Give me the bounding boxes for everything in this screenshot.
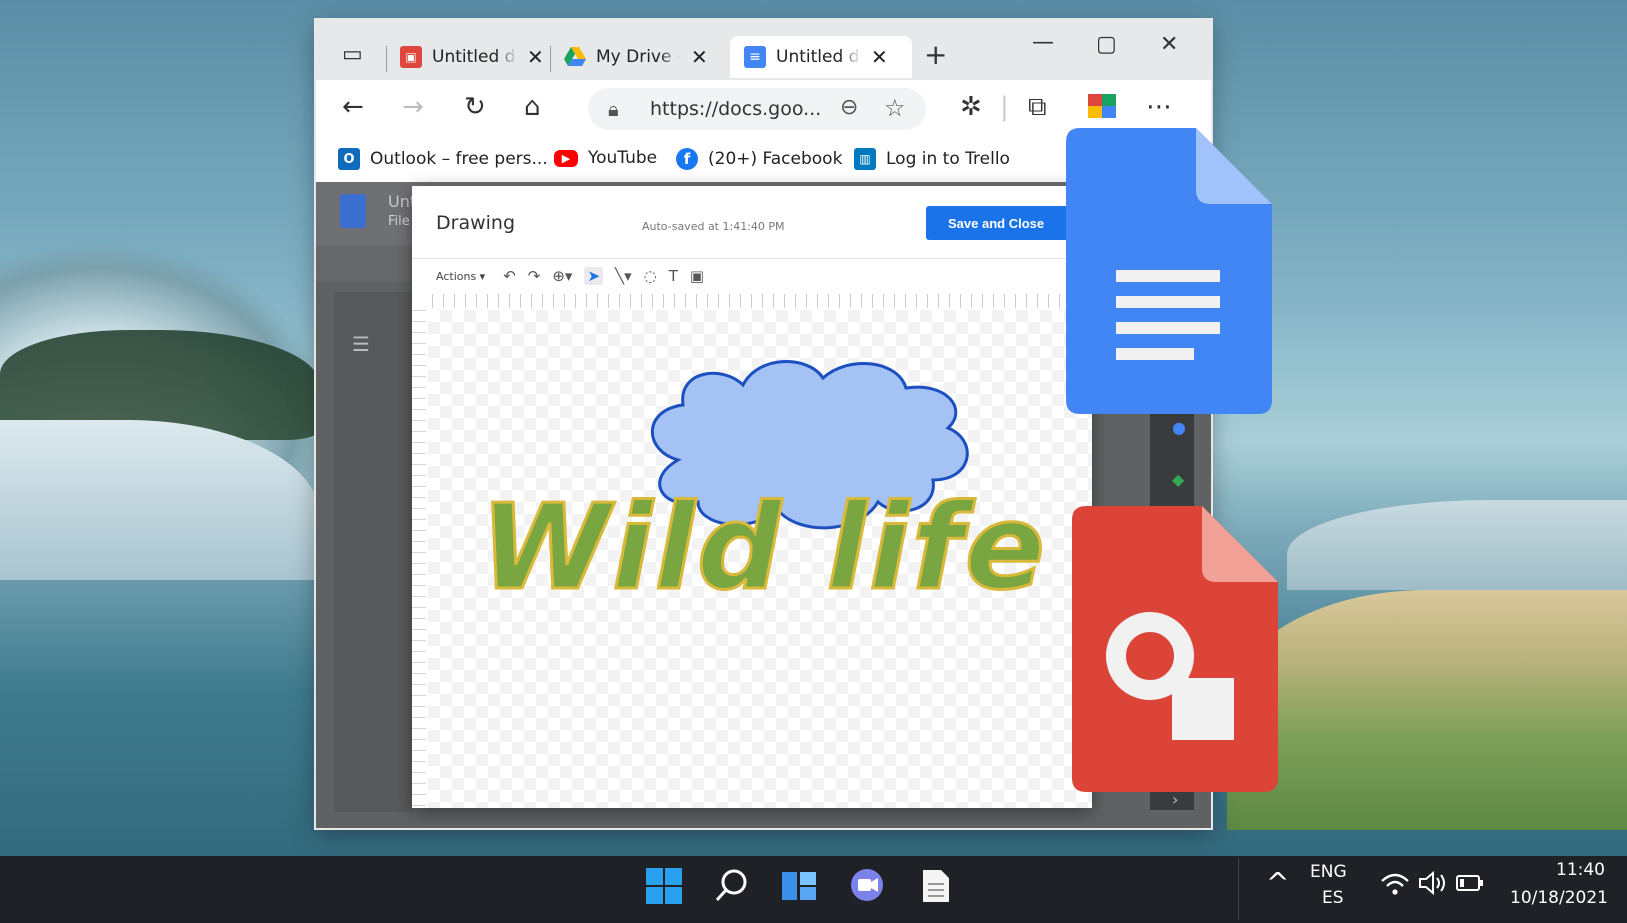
horizontal-ruler	[432, 294, 1092, 308]
drawing-dialog: Drawing Auto-saved at 1:41:40 PM Save an…	[412, 186, 1092, 808]
tab-label: Untitled document	[776, 47, 861, 67]
youtube-icon: ▶	[554, 149, 578, 167]
notepad-icon[interactable]	[914, 864, 958, 908]
google-docs-icon: ≡	[744, 46, 766, 68]
bookmark-outlook[interactable]: O Outlook – free pers...	[338, 148, 548, 170]
docs-logo-icon	[340, 194, 366, 228]
bookmark-youtube[interactable]: ▶ YouTube	[554, 148, 657, 168]
trello-icon: ▥	[854, 148, 876, 170]
close-tab-icon[interactable]: ✕	[871, 45, 888, 69]
wild-life-text[interactable]: Wild life	[479, 477, 1047, 618]
tab-label: My Drive - Google Drive	[596, 47, 681, 67]
tab-untitled-drawing[interactable]: ▣ Untitled drawing ✕	[400, 36, 544, 78]
docs-outline-panel	[334, 292, 414, 812]
keyboard-layout-indicator[interactable]: ES	[1322, 888, 1344, 908]
text-box-icon[interactable]: T	[669, 267, 678, 285]
expand-panel-icon[interactable]: ›	[1172, 790, 1178, 809]
wallpaper-hill-right	[1287, 500, 1627, 590]
shape-tool-icon[interactable]: ◌	[644, 267, 657, 285]
tab-separator	[386, 46, 387, 72]
toolbar-separator: |	[1000, 92, 1009, 122]
taskbar-separator	[1238, 858, 1239, 920]
lock-icon[interactable]: 🔒︎	[608, 97, 619, 121]
close-tab-icon[interactable]: ✕	[527, 45, 544, 69]
home-icon[interactable]: ⌂	[524, 92, 541, 122]
tab-untitled-document[interactable]: ≡ Untitled document ✕	[730, 36, 912, 78]
menu-file[interactable]: File	[388, 214, 410, 229]
refresh-icon[interactable]: ↻	[464, 92, 486, 122]
bookmark-trello[interactable]: ▥ Log in to Trello	[854, 148, 1010, 170]
bookmark-label: (20+) Facebook	[708, 149, 843, 169]
forward-icon[interactable]: →	[402, 92, 424, 122]
minimize-button[interactable]: —	[1032, 30, 1054, 55]
bookmark-label: Outlook – free pers...	[370, 149, 548, 169]
more-menu-icon[interactable]: ⋯	[1146, 92, 1172, 122]
profile-avatar[interactable]	[1086, 92, 1120, 129]
extensions-icon[interactable]: ✲	[960, 92, 982, 122]
show-hidden-icons-chevron[interactable]: ^	[1266, 866, 1289, 899]
zoom-menu-icon[interactable]: ⊕▾	[552, 267, 572, 285]
windows-start-icon[interactable]	[642, 864, 686, 908]
google-drawings-icon: ▣	[400, 46, 422, 68]
back-icon[interactable]: ←	[342, 92, 364, 122]
google-drive-icon	[564, 46, 586, 68]
actions-menu[interactable]: Actions ▾	[436, 270, 485, 283]
tab-actions-icon[interactable]: ▭	[342, 42, 363, 67]
facebook-icon: f	[676, 148, 698, 170]
favorite-star-icon[interactable]: ☆	[884, 94, 906, 122]
line-tool-icon[interactable]: ╲▾	[615, 267, 632, 285]
url-text[interactable]: https://docs.goo...	[650, 98, 821, 120]
close-tab-icon[interactable]: ✕	[691, 45, 708, 69]
tab-my-drive[interactable]: My Drive - Google Drive ✕	[564, 36, 708, 78]
drawing-toolbar: Actions ▾ ↶ ↷ ⊕▾ ➤ ╲▾ ◌ T ▣	[412, 258, 1092, 293]
wallpaper-grass	[1227, 590, 1627, 830]
zoom-icon[interactable]: ⊖	[840, 95, 858, 120]
bookmark-label: Log in to Trello	[886, 149, 1010, 169]
tab-separator	[550, 46, 551, 72]
drawing-title: Drawing	[436, 212, 516, 234]
select-cursor-icon[interactable]: ➤	[584, 267, 604, 285]
bookmark-label: YouTube	[588, 148, 658, 168]
maximize-button[interactable]: ▢	[1096, 32, 1117, 57]
tab-label: Untitled drawing	[432, 47, 517, 67]
tab-bar: ▭ ▣ Untitled drawing ✕ My Drive - Google…	[316, 20, 1211, 80]
language-indicator[interactable]: ENG	[1310, 862, 1347, 882]
save-and-close-button[interactable]: Save and Close	[926, 206, 1076, 240]
drawing-canvas[interactable]: Wild life	[428, 310, 1092, 808]
image-tool-icon[interactable]: ▣	[690, 267, 704, 285]
google-drawings-logo-icon	[1072, 506, 1278, 792]
undo-icon[interactable]: ↶	[503, 267, 516, 285]
contacts-icon[interactable]: ●	[1172, 418, 1186, 437]
collections-icon[interactable]: ⧉	[1028, 92, 1047, 123]
clock-date[interactable]: 10/18/2021	[1510, 888, 1608, 908]
close-window-button[interactable]: ✕	[1160, 32, 1178, 57]
volume-icon[interactable]	[1418, 870, 1448, 901]
maps-icon[interactable]: ◆	[1172, 470, 1184, 489]
outline-icon[interactable]: ☰	[352, 332, 370, 356]
search-icon[interactable]	[710, 864, 754, 908]
vertical-ruler	[412, 310, 426, 808]
widgets-icon[interactable]	[778, 864, 822, 908]
address-bar[interactable]: 🔒︎ https://docs.goo... ⊖ ☆	[588, 88, 926, 130]
bookmark-facebook[interactable]: f (20+) Facebook	[676, 148, 842, 170]
teams-chat-icon[interactable]	[846, 864, 890, 908]
new-tab-button[interactable]: +	[924, 38, 947, 71]
battery-icon[interactable]	[1456, 874, 1484, 897]
autosave-status: Auto-saved at 1:41:40 PM	[642, 220, 785, 233]
clock-time[interactable]: 11:40	[1556, 860, 1605, 880]
wifi-icon[interactable]	[1380, 872, 1410, 902]
outlook-icon: O	[338, 148, 360, 170]
redo-icon[interactable]: ↷	[528, 267, 541, 285]
google-docs-logo-icon	[1066, 128, 1272, 414]
